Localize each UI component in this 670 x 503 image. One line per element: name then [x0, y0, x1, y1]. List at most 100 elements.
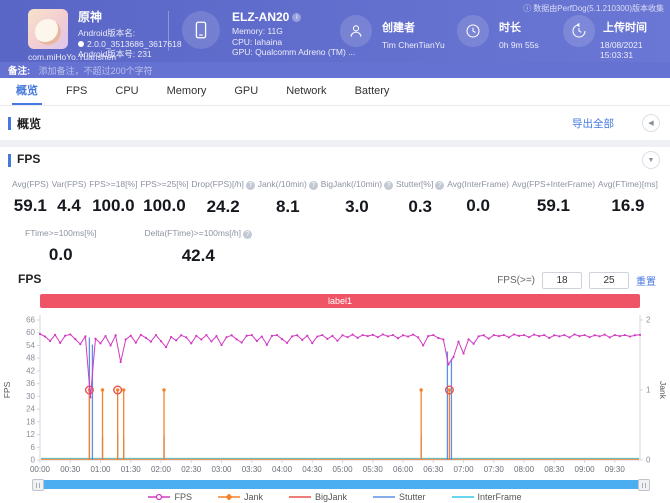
metric-label: Avg(FPS+InterFrame) — [512, 179, 595, 189]
upload-value: 18/08/2021 15:03:31 — [600, 40, 670, 60]
info-icon[interactable]: ? — [246, 181, 255, 190]
export-all-button[interactable]: 导出全部 — [572, 116, 614, 131]
metric-cell: Avg(InterFrame)0.0 — [447, 179, 509, 217]
tab-Memory[interactable]: Memory — [163, 78, 211, 105]
app-icon — [28, 9, 68, 49]
upload-time-icon — [563, 15, 595, 47]
svg-text:01:00: 01:00 — [90, 465, 111, 474]
legend-label: BigJank — [315, 492, 347, 502]
app-version-name: 2.0.0_3513686_3617618 — [78, 39, 182, 50]
metric-cell: Stutter[%]?0.3 — [396, 179, 444, 217]
metric-value: 8.1 — [258, 197, 318, 217]
region-label-bar[interactable]: label1 — [40, 294, 640, 308]
svg-text:00:30: 00:30 — [60, 465, 81, 474]
device-model: ELZ-AN20i — [232, 10, 355, 24]
svg-text:08:00: 08:00 — [514, 465, 535, 474]
svg-text:09:00: 09:00 — [575, 465, 596, 474]
stutter-legend-swatch-icon — [373, 492, 395, 502]
svg-text:03:00: 03:00 — [211, 465, 232, 474]
legend-item-BigJank[interactable]: BigJank — [289, 492, 347, 502]
tab-Battery[interactable]: Battery — [351, 78, 394, 105]
note-placeholder: 添加备注，不超过200个字符 — [39, 66, 153, 76]
tab-bar: 概览 FPS CPU Memory GPU Network Battery — [0, 78, 670, 106]
metric-cell: Delta(FTime)>=100ms[/h]?42.4 — [145, 228, 253, 266]
metric-cell: FPS>=25[%] 100.0 — [140, 179, 188, 217]
perfdog-report-page: ⓘ 数据由PerfDog(5.1.210300)版本收集 原神 Android版… — [0, 0, 670, 503]
overview-title: 概览 — [17, 115, 41, 132]
fps-threshold-input-2[interactable] — [589, 272, 629, 289]
svg-text:02:00: 02:00 — [151, 465, 172, 474]
metric-value: 16.9 — [598, 196, 658, 216]
tab-GPU[interactable]: GPU — [230, 78, 262, 105]
metric-value: 59.1 — [512, 196, 595, 216]
metric-value: 100.0 — [140, 196, 188, 216]
collapse-left-icon[interactable]: ◀ — [642, 114, 660, 132]
svg-text:24: 24 — [26, 405, 35, 414]
legend-item-FPS[interactable]: FPS — [148, 492, 192, 502]
metric-cell: Avg(FPS)59.1 — [12, 179, 49, 217]
header-divider — [168, 11, 169, 51]
metric-value: 42.4 — [145, 246, 253, 266]
app-version-name-label: Android版本名: — [78, 28, 182, 39]
tab-概览[interactable]: 概览 — [12, 78, 42, 105]
metric-cell: Drop(FPS)[/h]?24.2 — [191, 179, 254, 217]
info-icon[interactable]: ? — [309, 181, 318, 190]
metric-label: Jank(/10min)? — [258, 179, 318, 190]
metric-value: 59.1 — [12, 196, 49, 216]
upload-block: 上传时间 18/08/2021 15:03:31 — [603, 19, 670, 60]
scrollbar-track[interactable] — [38, 480, 642, 489]
svg-text:09:30: 09:30 — [605, 465, 626, 474]
metric-label: BigJank(/10min)? — [321, 179, 393, 190]
svg-text:06:30: 06:30 — [423, 465, 444, 474]
device-memory: Memory: 11G — [232, 26, 355, 37]
device-info: ELZ-AN20i Memory: 11G CPU: lahaina GPU: … — [232, 10, 355, 58]
svg-text:02:30: 02:30 — [181, 465, 202, 474]
legend-label: FPS — [174, 492, 192, 502]
app-package: com.miHoYo.Yuanshen — [28, 52, 116, 62]
duration-block: 时长 0h 9m 55s — [499, 19, 539, 50]
fps-metrics-row1: Avg(FPS)59.1Var(FPS)4.4FPS>=18[%]100.0FP… — [0, 179, 670, 217]
svg-text:0: 0 — [31, 456, 36, 465]
tab-CPU[interactable]: CPU — [111, 78, 142, 105]
duration-label: 时长 — [499, 19, 539, 35]
fps-threshold-input-1[interactable] — [542, 272, 582, 289]
svg-text:42: 42 — [26, 366, 35, 375]
collapse-panel-icon[interactable]: ▼ — [642, 151, 660, 169]
android-icon — [78, 41, 84, 47]
fps-jank-chart[interactable]: 061218243036424854606601200:0000:3001:00… — [0, 312, 670, 478]
overview-section-header: 概览 导出全部 ◀ — [0, 106, 670, 140]
fps-threshold-label: FPS(>=) — [497, 275, 535, 286]
fps-legend-swatch-icon — [148, 492, 170, 502]
svg-text:18: 18 — [26, 417, 35, 426]
app-name: 原神 — [78, 8, 182, 25]
legend-label: Stutter — [399, 492, 426, 502]
legend-item-InterFrame[interactable]: InterFrame — [452, 492, 522, 502]
metric-value: 24.2 — [191, 197, 254, 217]
metric-label: FPS>=25[%] — [140, 179, 188, 189]
tab-FPS[interactable]: FPS — [62, 78, 91, 105]
reset-button[interactable]: 重置 — [636, 273, 656, 288]
phone-icon — [182, 11, 220, 49]
svg-text:04:00: 04:00 — [272, 465, 293, 474]
info-icon[interactable]: ? — [435, 181, 444, 190]
device-info-icon[interactable]: i — [292, 13, 301, 22]
info-icon[interactable]: ? — [384, 181, 393, 190]
metric-cell: Avg(FPS+InterFrame) 59.1 — [512, 179, 595, 217]
info-icon[interactable]: ? — [243, 230, 252, 239]
bigjank-legend-swatch-icon — [289, 492, 311, 502]
legend-label: Jank — [244, 492, 263, 502]
svg-text:05:00: 05:00 — [333, 465, 354, 474]
svg-text:30: 30 — [26, 392, 35, 401]
metric-value: 100.0 — [89, 196, 137, 216]
svg-text:54: 54 — [26, 341, 35, 350]
tab-Network[interactable]: Network — [282, 78, 330, 105]
chart-legend: FPS Jank BigJank Stutter InterFrame — [0, 490, 670, 503]
section-accent-bar — [8, 117, 11, 130]
section-separator — [0, 140, 670, 147]
metric-value: 3.0 — [321, 197, 393, 217]
note-bar[interactable]: 备注: 添加备注，不超过200个字符 — [0, 62, 670, 78]
legend-item-Stutter[interactable]: Stutter — [373, 492, 426, 502]
legend-item-Jank[interactable]: Jank — [218, 492, 263, 502]
metric-cell: Var(FPS)4.4 — [52, 179, 87, 217]
metric-label: Var(FPS) — [52, 179, 87, 189]
